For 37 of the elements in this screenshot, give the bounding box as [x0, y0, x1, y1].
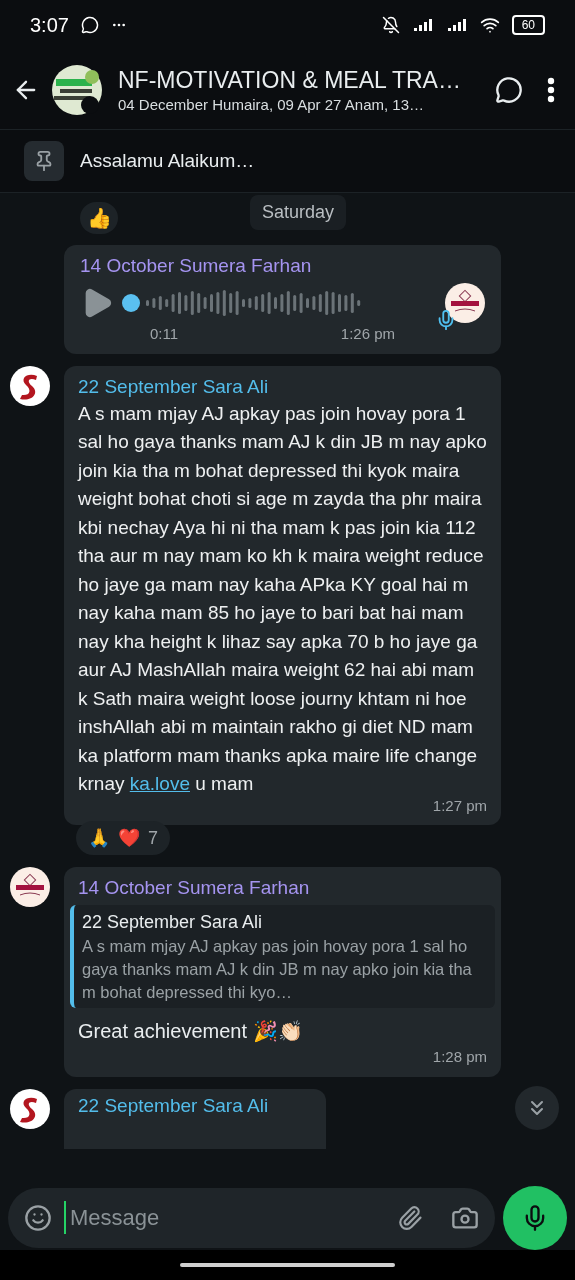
sender-name: 14 October Sumera Farhan [80, 254, 313, 278]
reaction-count: 7 [148, 826, 158, 850]
reaction-emoji: 🙏 [88, 826, 110, 850]
emoji-icon[interactable] [24, 1203, 52, 1232]
signal-icon [411, 17, 434, 33]
quoted-sender: 22 September Sara Ali [82, 911, 264, 934]
mute-icon [381, 16, 400, 34]
quoted-message[interactable]: 22 September Sara Ali A s mam mjay AJ apkay pas join hovay pora 1 sal ho gaya thanks mam AJ k din JB m nay apko join kia tha m bohat depressed thi kyo… [70, 905, 495, 1008]
message-link[interactable]: ka.love [129, 773, 190, 794]
wifi-icon [479, 15, 500, 35]
message-time: 1:26 pm [340, 324, 395, 344]
quoted-text: A s mam mjay AJ apkay pas join hovay pora 1 sal ho gaya thanks mam AJ k din JB m nay apko join kia tha m bohat depressed thi kyo… [82, 936, 473, 1003]
chat-icon [80, 16, 99, 34]
reaction-emoji: ❤ [118, 826, 140, 850]
status-time: 3:07 [30, 13, 69, 38]
reaction-badge[interactable]: 👍 [80, 202, 118, 234]
message-field[interactable]: Message [8, 1187, 495, 1248]
date-chip: Saturday [250, 195, 347, 230]
message-time: 1:27 pm [432, 795, 487, 816]
progress-thumb[interactable] [122, 294, 140, 312]
voice-duration: 0:11 [150, 324, 179, 344]
sender-name: 22 September Sara Ali [78, 1094, 269, 1116]
signal-icon [445, 17, 468, 33]
attach-icon[interactable] [397, 1204, 423, 1231]
message-text: Great achievement 🎉👏🏻 [77, 1019, 304, 1044]
group-title[interactable]: NF-MOTIVATION & MEAL TRA… [118, 64, 483, 95]
menu-icon [547, 76, 555, 103]
message-text: A s mam mjay AJ apkay pas join hovay pora 1 sal ho gaya thanks mam AJ k din JB m nay apko join kia tha m bohat depressed thi kyok maira weight bohat choti si age m zayda tha phr maira kbi nechay Aya hi ni tha mam k pas join kia 112 tha aur m nay mam ko kh k maira weight reduce ho jaye ga mam nay kaha APka KY goal hai m nay kaha mam 85 ho jaye to bari bat hai mam nay kha height k lihaz say apka 70 b ho jaye ga aur AJ MashAllah maira weight 62 hai abi mam k Sath maira weight loose journy khtam ni hoe inshAllah abi m maintain rakho gi diet ND mam ka platform mam thanks apka maire life change krnay ka.love u mam [78, 401, 487, 796]
pinned-text: Assalamu Alaikum… [80, 148, 255, 173]
group-members: 04 December Humaira, 09 Apr 27 Anam, 13… [118, 94, 425, 115]
battery-indicator: 60 [511, 15, 545, 35]
sender-name: 22 September Sara Ali [78, 374, 270, 399]
chat-bubble-icon [495, 75, 523, 104]
message-time: 1:28 pm [432, 1047, 488, 1067]
sender-name: 14 October Sumera Farhan [78, 877, 310, 898]
reactions-badge[interactable]: 🙏 ❤ 7 [76, 821, 170, 855]
scroll-down-button[interactable] [515, 1086, 559, 1130]
